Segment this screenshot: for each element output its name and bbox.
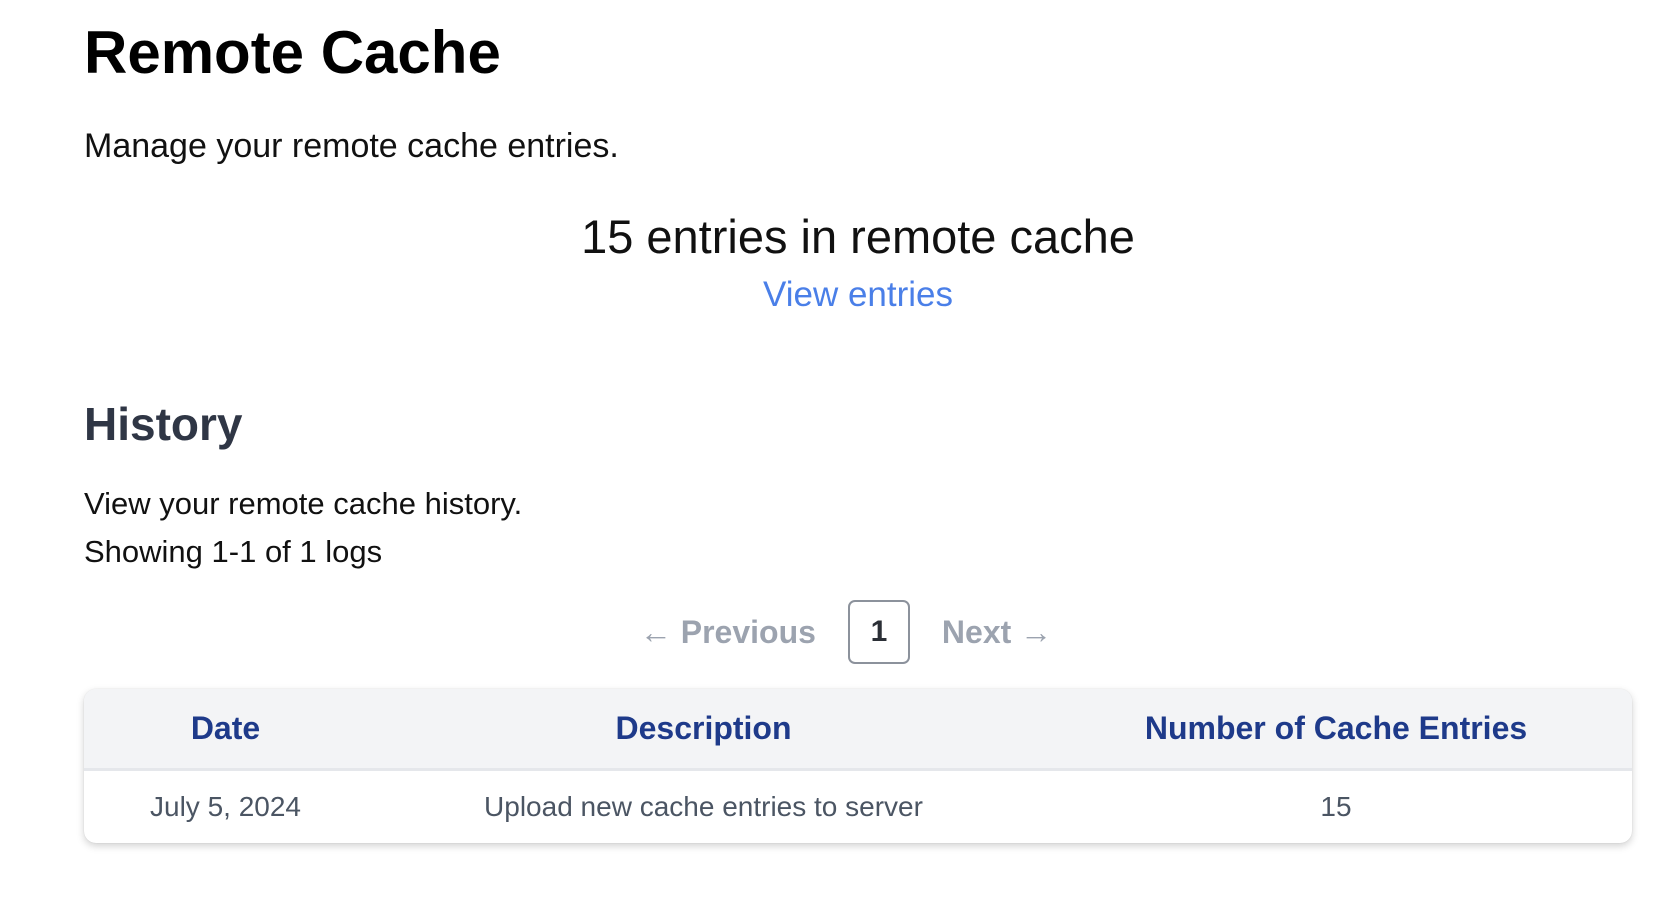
table-row: July 5, 2024 Upload new cache entries to… [84,769,1632,843]
history-subtitle: View your remote cache history. [84,486,523,521]
table-header-row: Date Description Number of Cache Entries [84,689,1632,769]
history-showing-count: Showing 1-1 of 1 logs [84,534,383,569]
history-title: History [84,398,243,450]
previous-page-button[interactable]: ← Previous [640,612,816,652]
cache-entry-count: 15 entries in remote cache [581,210,1135,263]
column-header-date: Date [190,709,261,746]
history-table: Date Description Number of Cache Entries… [84,689,1632,843]
page-title: Remote Cache [84,19,501,86]
cell-description: Upload new cache entries to server [484,790,923,822]
history-table-card: Date Description Number of Cache Entries… [84,689,1632,843]
cache-summary: 15 entries in remote cache View entries [84,205,1632,321]
view-entries-link[interactable]: View entries [763,269,953,321]
page-subtitle: Manage your remote cache entries. [84,127,619,165]
column-header-cache-entries: Number of Cache Entries [1144,709,1528,746]
page-number-button[interactable]: 1 [847,600,910,664]
pagination: ← Previous 1 Next → [72,598,1620,666]
history-description: View your remote cache history. Showing … [84,480,522,576]
cell-cache-entries: 15 [1320,790,1352,822]
remote-cache-page: Remote Cache Manage your remote cache en… [0,0,1672,912]
column-header-description: Description [615,709,792,746]
next-page-button[interactable]: Next → [942,612,1052,652]
cell-date: July 5, 2024 [150,790,301,822]
